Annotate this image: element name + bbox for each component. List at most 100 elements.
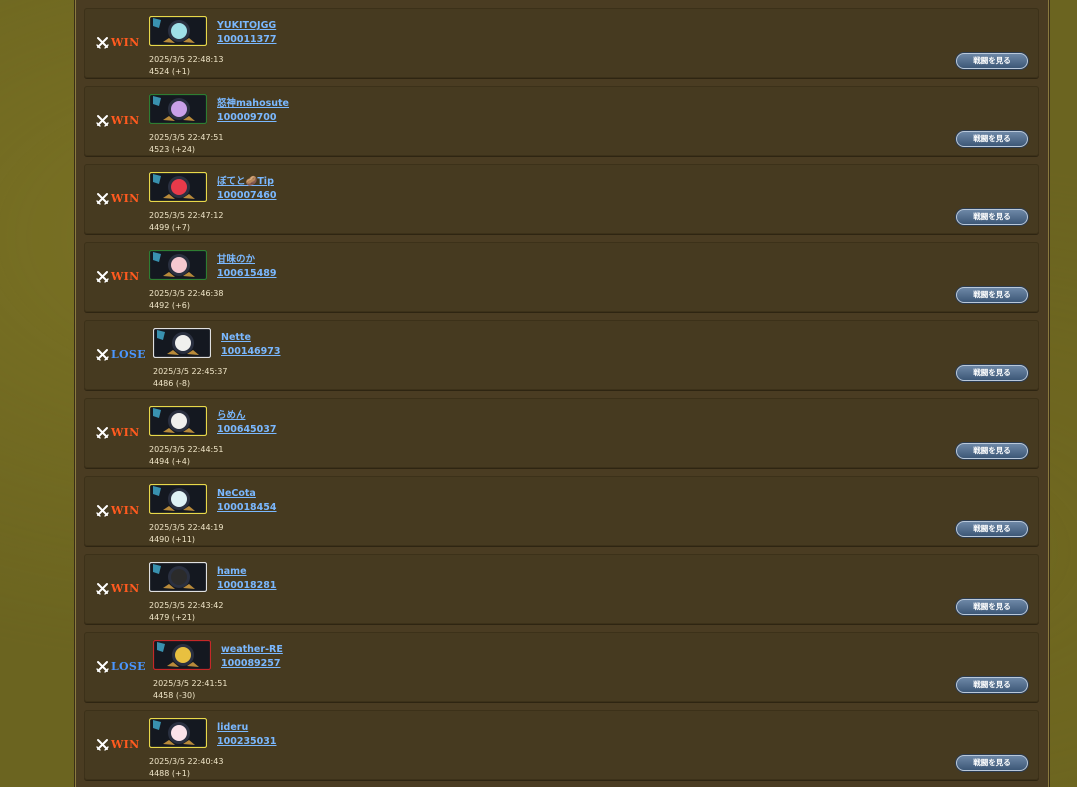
battle-row: WIN ぼてと🥔Tip 100007460 2025/3/5 22:47:12 … (84, 164, 1039, 234)
opponent-name-link[interactable]: 甘味のか (217, 253, 277, 267)
rating-change: 4488 (+1) (149, 769, 190, 778)
watch-battle-button[interactable]: 戦闘を見る (956, 599, 1028, 615)
battle-timestamp: 2025/3/5 22:40:43 (149, 757, 224, 766)
battle-meta: 2025/3/5 22:43:42 4479 (+21) (149, 600, 223, 624)
watch-battle-button[interactable]: 戦闘を見る (956, 521, 1028, 537)
opponent-name-link[interactable]: ぼてと🥔Tip (217, 175, 277, 189)
opponent-info: hame 100018281 (217, 565, 277, 593)
opponent-avatar[interactable] (153, 640, 211, 670)
watch-battle-button[interactable]: 戦闘を見る (956, 677, 1028, 693)
opponent-avatar[interactable] (149, 562, 207, 592)
rating-change: 4524 (+1) (149, 67, 190, 76)
result-label: WIN (111, 503, 140, 517)
crossed-swords-icon (96, 348, 109, 361)
opponent-avatar[interactable] (149, 16, 207, 46)
battle-row: WIN NeCota 100018454 2025/3/5 22:44:19 4… (84, 476, 1039, 546)
battle-result: WIN (96, 35, 139, 49)
watch-battle-button[interactable]: 戦闘を見る (956, 287, 1028, 303)
opponent-id-link[interactable]: 100018454 (217, 501, 277, 515)
opponent-avatar[interactable] (149, 484, 207, 514)
battle-meta: 2025/3/5 22:44:19 4490 (+11) (149, 522, 223, 546)
watch-battle-button[interactable]: 戦闘を見る (956, 53, 1028, 69)
watch-battle-button[interactable]: 戦闘を見る (956, 131, 1028, 147)
character-portrait-icon (149, 16, 207, 46)
crossed-swords-icon (96, 582, 109, 595)
character-portrait-icon (149, 172, 207, 202)
opponent-id-link[interactable]: 100007460 (217, 189, 277, 203)
character-portrait-icon (149, 406, 207, 436)
battle-result: WIN (96, 503, 139, 517)
opponent-info: 怒神mahosute 100009700 (217, 97, 289, 125)
character-portrait-icon (149, 562, 207, 592)
opponent-name-link[interactable]: lideru (217, 721, 277, 735)
battle-row: WIN hame 100018281 2025/3/5 22:43:42 447… (84, 554, 1039, 624)
battle-result: WIN (96, 113, 139, 127)
battle-meta: 2025/3/5 22:48:13 4524 (+1) (149, 54, 223, 78)
watch-battle-button[interactable]: 戦闘を見る (956, 365, 1028, 381)
opponent-info: NeCota 100018454 (217, 487, 277, 515)
battle-row: WIN 怒神mahosute 100009700 2025/3/5 22:47:… (84, 86, 1039, 156)
opponent-info: Nette 100146973 (221, 331, 281, 359)
character-portrait-icon (153, 328, 211, 358)
character-portrait-icon (149, 484, 207, 514)
opponent-name-link[interactable]: Nette (221, 331, 281, 345)
opponent-id-link[interactable]: 100645037 (217, 423, 277, 437)
rating-change: 4492 (+6) (149, 301, 190, 310)
battle-meta: 2025/3/5 22:41:51 4458 (-30) (153, 678, 227, 702)
opponent-name-link[interactable]: weather-RE (221, 643, 283, 657)
watch-battle-button[interactable]: 戦闘を見る (956, 755, 1028, 771)
rating-change: 4494 (+4) (149, 457, 190, 466)
battle-row: LOSE weather-RE 100089257 2025/3/5 22:41… (84, 632, 1039, 702)
crossed-swords-icon (96, 114, 109, 127)
battle-timestamp: 2025/3/5 22:44:19 (149, 523, 224, 532)
opponent-id-link[interactable]: 100009700 (217, 111, 289, 125)
battle-meta: 2025/3/5 22:47:12 4499 (+7) (149, 210, 223, 234)
result-label: LOSE (111, 347, 146, 361)
crossed-swords-icon (96, 270, 109, 283)
battle-row: LOSE Nette 100146973 2025/3/5 22:45:37 4… (84, 320, 1039, 390)
opponent-info: 甘味のか 100615489 (217, 253, 277, 281)
character-portrait-icon (149, 250, 207, 280)
battle-result: WIN (96, 269, 139, 283)
battle-row: WIN らめん 100645037 2025/3/5 22:44:51 4494… (84, 398, 1039, 468)
battle-timestamp: 2025/3/5 22:44:51 (149, 445, 224, 454)
opponent-avatar[interactable] (149, 250, 207, 280)
character-portrait-icon (153, 640, 211, 670)
opponent-name-link[interactable]: らめん (217, 409, 277, 423)
opponent-name-link[interactable]: hame (217, 565, 277, 579)
character-portrait-icon (149, 718, 207, 748)
opponent-avatar[interactable] (149, 406, 207, 436)
battle-result: LOSE (96, 347, 146, 361)
result-label: WIN (111, 113, 140, 127)
battle-row: WIN 甘味のか 100615489 2025/3/5 22:46:38 449… (84, 242, 1039, 312)
crossed-swords-icon (96, 660, 109, 673)
opponent-name-link[interactable]: YUKITOJGG (217, 19, 277, 33)
battle-meta: 2025/3/5 22:45:37 4486 (-8) (153, 366, 227, 390)
crossed-swords-icon (96, 426, 109, 439)
opponent-avatar[interactable] (149, 94, 207, 124)
battle-timestamp: 2025/3/5 22:46:38 (149, 289, 224, 298)
battle-timestamp: 2025/3/5 22:43:42 (149, 601, 224, 610)
opponent-avatar[interactable] (149, 172, 207, 202)
opponent-name-link[interactable]: NeCota (217, 487, 277, 501)
battle-meta: 2025/3/5 22:47:51 4523 (+24) (149, 132, 223, 156)
rating-change: 4490 (+11) (149, 535, 196, 544)
opponent-id-link[interactable]: 100146973 (221, 345, 281, 359)
battle-result: WIN (96, 737, 139, 751)
watch-battle-button[interactable]: 戦闘を見る (956, 209, 1028, 225)
opponent-id-link[interactable]: 100011377 (217, 33, 277, 47)
opponent-id-link[interactable]: 100018281 (217, 579, 277, 593)
result-label: WIN (111, 35, 140, 49)
battle-result: WIN (96, 425, 139, 439)
battle-row: WIN lideru 100235031 2025/3/5 22:40:43 4… (84, 710, 1039, 780)
crossed-swords-icon (96, 738, 109, 751)
opponent-id-link[interactable]: 100615489 (217, 267, 277, 281)
battle-timestamp: 2025/3/5 22:47:12 (149, 211, 224, 220)
opponent-id-link[interactable]: 100089257 (221, 657, 283, 671)
watch-battle-button[interactable]: 戦闘を見る (956, 443, 1028, 459)
opponent-avatar[interactable] (149, 718, 207, 748)
crossed-swords-icon (96, 192, 109, 205)
opponent-avatar[interactable] (153, 328, 211, 358)
opponent-id-link[interactable]: 100235031 (217, 735, 277, 749)
opponent-name-link[interactable]: 怒神mahosute (217, 97, 289, 111)
